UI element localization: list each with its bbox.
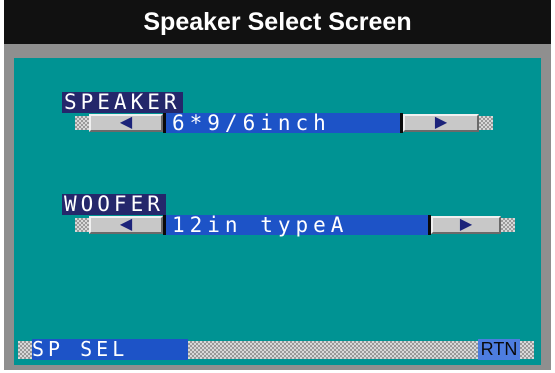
woofer-next-button[interactable]: ▶	[431, 216, 501, 234]
speaker-value: 6*9/6inch	[163, 113, 403, 134]
chevron-right-icon: ▶	[434, 114, 448, 131]
woofer-left-cap	[75, 218, 89, 232]
speaker-next-button[interactable]: ▶	[403, 114, 479, 132]
woofer-right-cap	[501, 218, 515, 232]
rtn-button[interactable]: RTN	[478, 339, 520, 360]
speaker-prev-button[interactable]: ◀	[89, 114, 163, 132]
chevron-right-icon: ▶	[459, 216, 473, 233]
speaker-left-cap	[75, 116, 89, 130]
woofer-prev-button[interactable]: ◀	[89, 216, 163, 234]
woofer-label: WOOFER	[62, 192, 166, 216]
chevron-left-icon: ◀	[119, 216, 133, 233]
sp-sel-button[interactable]: SP SEL	[32, 339, 188, 360]
page-title: Speaker Select Screen	[4, 0, 551, 44]
woofer-value: 12in typeA	[163, 215, 431, 236]
footer-spacer	[188, 341, 478, 359]
footer-left-cap	[18, 341, 32, 359]
speaker-right-cap	[479, 116, 493, 130]
speaker-label: SPEAKER	[62, 90, 183, 114]
chevron-left-icon: ◀	[119, 114, 133, 131]
footer-right-cap	[520, 341, 534, 359]
